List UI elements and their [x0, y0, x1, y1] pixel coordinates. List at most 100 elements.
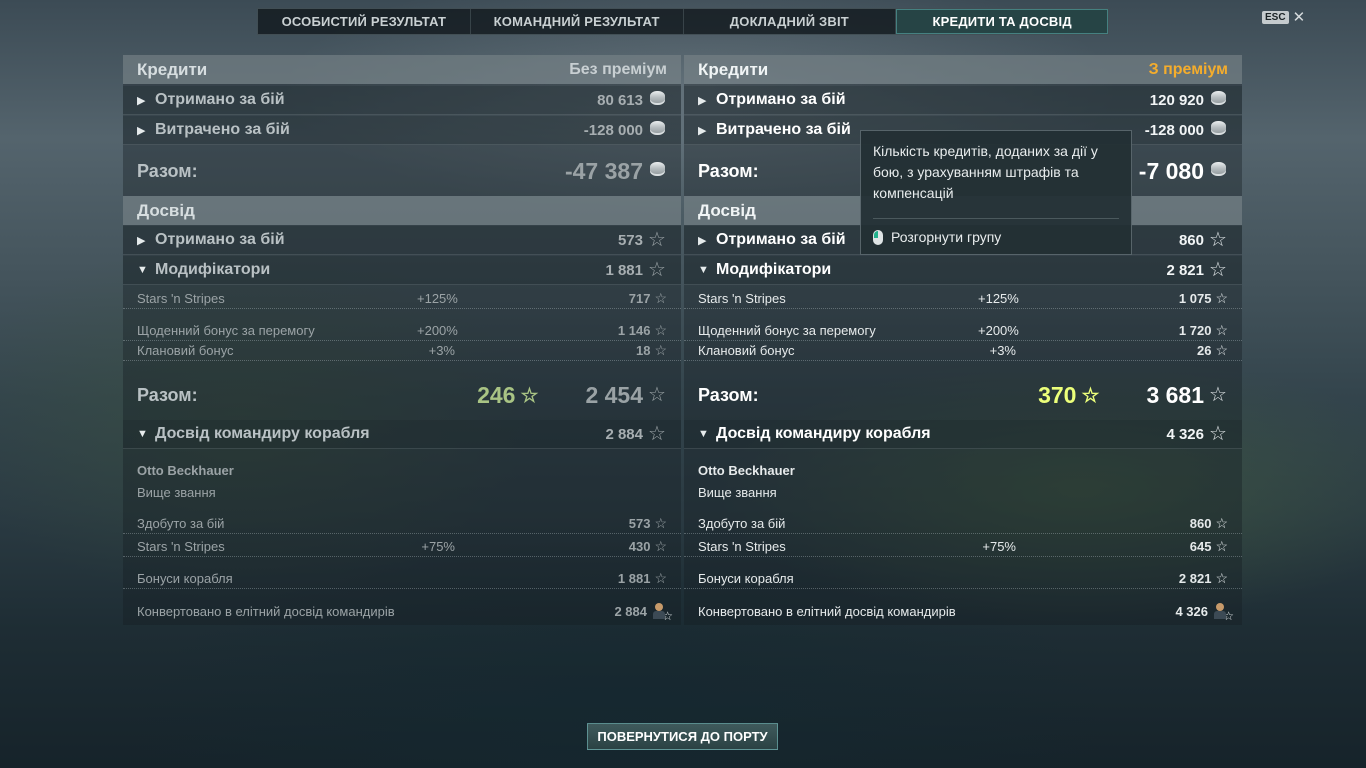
tooltip-divider	[873, 218, 1119, 219]
credits-coin-icon	[1208, 161, 1228, 181]
exp-total-row: Разом: 246 ☆ 2 454 ☆	[123, 373, 681, 417]
commander-stat-name: Здобуто за бій	[137, 516, 225, 531]
xp-star-icon: ☆	[1215, 322, 1228, 338]
elite-commander-xp-icon: ☆	[1212, 602, 1234, 623]
free-xp-star-icon: ☆	[1081, 385, 1100, 408]
panel-without-premium: Кредити Без преміум ▶ Отримано за бій 80…	[123, 55, 681, 625]
credits-coin-icon	[647, 120, 667, 140]
exp-header: Досвід	[123, 196, 681, 225]
modifier-name: Клановий бонус	[698, 343, 795, 358]
commander-stat-percent: +75%	[421, 539, 455, 554]
elite-commander-xp-icon: ☆	[651, 602, 673, 623]
credits-earned-row[interactable]: ▶ Отримано за бій 120 920	[684, 86, 1242, 115]
modifier-percent: +200%	[978, 323, 1019, 338]
free-exp-value: 370 ☆	[1038, 381, 1100, 408]
xp-star-icon: ☆	[1215, 342, 1228, 358]
tab-credits-and-xp[interactable]: КРЕДИТИ ТА ДОСВІД	[896, 9, 1108, 34]
commander-exp-row[interactable]: ▼ Досвід командиру корабля 4 326 ☆	[684, 420, 1242, 449]
commander-stat-row: Конвертовано в елітний досвід командирів…	[684, 601, 1242, 623]
credits-coin-icon	[647, 90, 667, 110]
collapse-arrow-icon: ▼	[137, 264, 148, 276]
tab-team-result[interactable]: КОМАНДНИЙ РЕЗУЛЬТАТ	[471, 9, 684, 34]
xp-star-icon: ☆	[654, 570, 667, 586]
expand-arrow-icon: ▶	[698, 94, 707, 107]
modifiers-label: Модифікатори	[716, 261, 832, 278]
commander-stat-value: 4 326	[1175, 603, 1208, 619]
commander-stat-name: Бонуси корабля	[137, 571, 233, 586]
credits-spent-label: Витрачено за бій	[155, 121, 290, 138]
commander-exp-label: Досвід командиру корабля	[716, 425, 931, 442]
exp-total-label: Разом:	[137, 384, 198, 405]
modifier-value: 1 075	[1178, 291, 1212, 306]
modifier-value: 1 720	[1178, 323, 1212, 338]
credits-coin-icon	[1208, 120, 1228, 140]
premium-status: З преміум	[1148, 60, 1228, 78]
tooltip-hint: Розгорнути групу	[873, 227, 1001, 248]
commander-exp-value: 2 884	[605, 425, 643, 443]
commander-rank: Вище звання	[698, 484, 777, 500]
tab-personal-result[interactable]: ОСОБИСТИЙ РЕЗУЛЬТАТ	[258, 9, 471, 34]
modifier-value: 18	[635, 343, 651, 358]
commander-exp-label: Досвід командиру корабля	[155, 425, 370, 442]
commander-name-row: Otto Beckhauer	[123, 460, 681, 480]
xp-star-icon: ☆	[654, 290, 667, 306]
modifiers-value: 2 821	[1166, 261, 1204, 279]
close-button[interactable]: ESC ✕	[1262, 8, 1306, 26]
modifier-row: Щоденний бонус за перемогу +200% 1 720 ☆	[684, 321, 1242, 341]
modifier-percent: +3%	[428, 343, 455, 358]
commander-name: Otto Beckhauer	[698, 462, 795, 478]
collapse-arrow-icon: ▼	[137, 428, 148, 440]
credits-earned-label: Отримано за бій	[716, 91, 846, 108]
modifier-row: Stars 'n Stripes +125% 1 075 ☆	[684, 289, 1242, 309]
commander-name-row: Otto Beckhauer	[684, 460, 1242, 480]
tab-detailed-report[interactable]: ДОКЛАДНИЙ ЗВІТ	[684, 9, 897, 34]
return-to-port-button[interactable]: ПОВЕРНУТИСЯ ДО ПОРТУ	[587, 723, 778, 750]
credits-spent-row[interactable]: ▶ Витрачено за бій -128 000	[123, 116, 681, 145]
commander-stat-value: 645	[1189, 539, 1212, 554]
credits-total-value: -47 387	[564, 157, 643, 184]
credits-total-value: -7 080	[1138, 157, 1204, 184]
result-tabs: ОСОБИСТИЙ РЕЗУЛЬТАТ КОМАНДНИЙ РЕЗУЛЬТАТ …	[257, 8, 1109, 35]
modifiers-row[interactable]: ▼ Модифікатори 2 821 ☆	[684, 256, 1242, 285]
exp-earned-value: 860	[1178, 231, 1204, 249]
credits-earned-row[interactable]: ▶ Отримано за бій 80 613	[123, 86, 681, 115]
modifier-name: Stars 'n Stripes	[137, 291, 225, 306]
tooltip-text: Кількість кредитів, доданих за дії у бою…	[873, 143, 1098, 201]
esc-key-icon: ESC	[1262, 11, 1289, 24]
exp-earned-row[interactable]: ▶ Отримано за бій 573 ☆	[123, 226, 681, 255]
xp-star-icon: ☆	[654, 342, 667, 358]
commander-name: Otto Beckhauer	[137, 462, 234, 478]
exp-total-row: Разом: 370 ☆ 3 681 ☆	[684, 373, 1242, 417]
exp-total-label: Разом:	[698, 384, 759, 405]
xp-star-icon: ☆	[648, 423, 666, 445]
commander-rank-row: Вище звання	[123, 482, 681, 502]
modifier-row: Клановий бонус +3% 18 ☆	[123, 341, 681, 361]
free-xp-star-icon: ☆	[520, 385, 539, 408]
close-icon: ✕	[1292, 8, 1306, 26]
credits-earned-value: 120 920	[1149, 91, 1204, 109]
modifier-row: Stars 'n Stripes +125% 717 ☆	[123, 289, 681, 309]
xp-star-icon: ☆	[1209, 423, 1227, 445]
exp-earned-value: 573	[617, 231, 643, 249]
xp-star-icon: ☆	[654, 322, 667, 338]
modifiers-row[interactable]: ▼ Модифікатори 1 881 ☆	[123, 256, 681, 285]
commander-stat-row: Stars 'n Stripes +75% 645 ☆	[684, 537, 1242, 557]
commander-stat-name: Конвертовано в елітний досвід командирів	[137, 603, 395, 619]
premium-status: Без преміум	[569, 60, 667, 78]
exp-earned-label: Отримано за бій	[155, 231, 285, 248]
expand-arrow-icon: ▶	[137, 234, 146, 247]
xp-star-icon: ☆	[654, 538, 667, 554]
expand-arrow-icon: ▶	[698, 124, 707, 137]
commander-stat-name: Бонуси корабля	[698, 571, 794, 586]
modifier-percent: +200%	[417, 323, 458, 338]
credits-total-label: Разом:	[137, 160, 198, 181]
commander-stat-row: Здобуто за бій 573 ☆	[123, 514, 681, 534]
commander-stat-value: 430	[628, 539, 651, 554]
free-exp-value: 246 ☆	[477, 381, 539, 408]
commander-stat-value: 2 884	[614, 603, 647, 619]
credits-spent-value: -128 000	[583, 121, 643, 139]
commander-stat-row: Stars 'n Stripes +75% 430 ☆	[123, 537, 681, 557]
commander-stat-name: Конвертовано в елітний досвід командирів	[698, 603, 956, 619]
commander-exp-row[interactable]: ▼ Досвід командиру корабля 2 884 ☆	[123, 420, 681, 449]
commander-stat-row: Бонуси корабля 1 881 ☆	[123, 569, 681, 589]
